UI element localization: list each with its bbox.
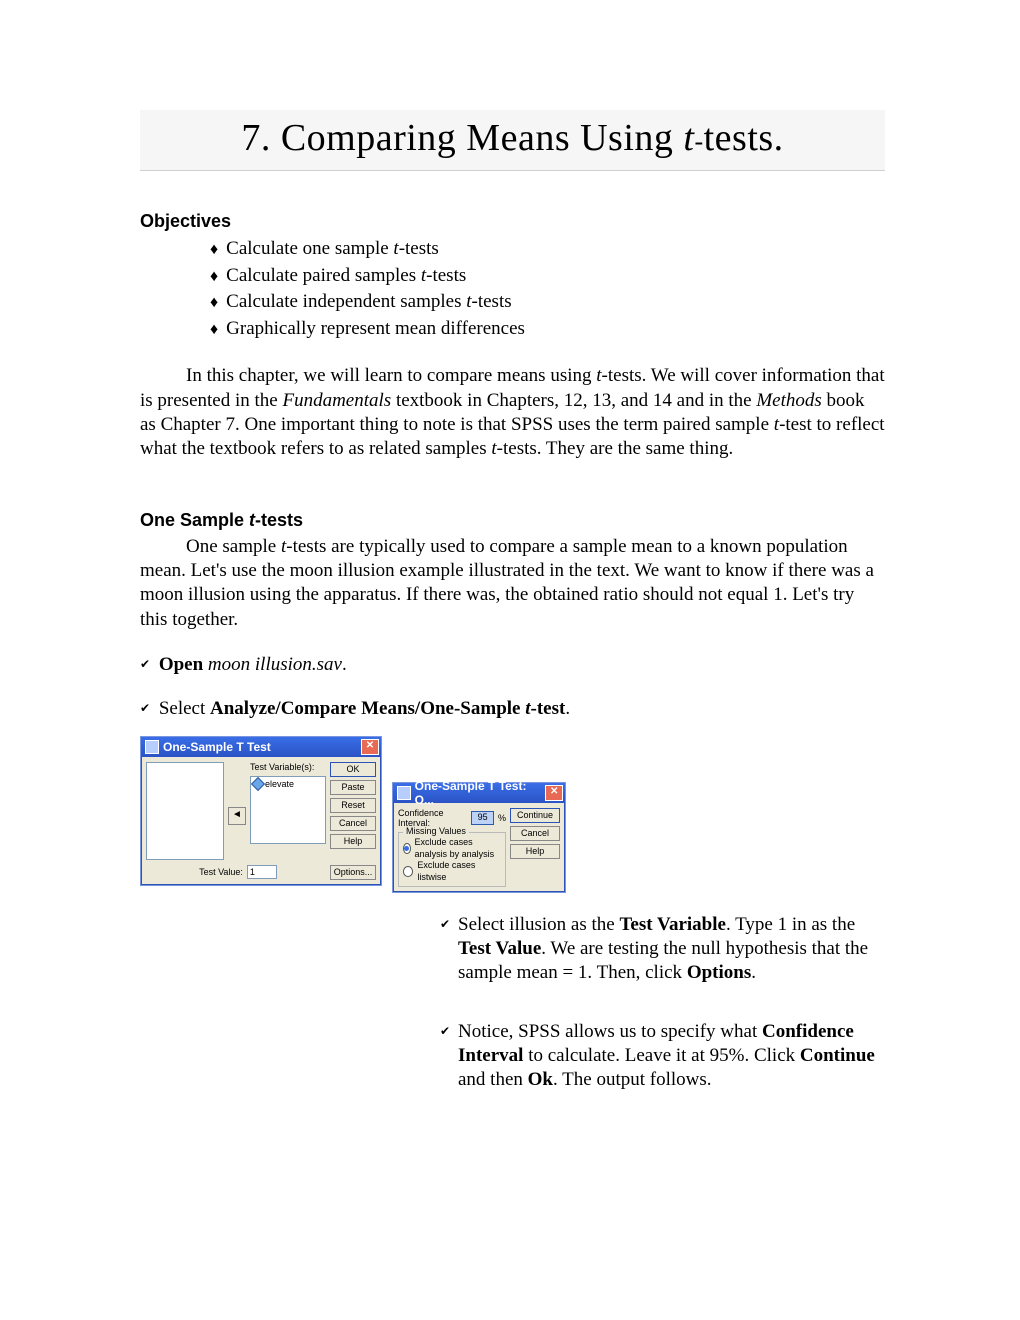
cancel-button[interactable]: Cancel bbox=[330, 816, 376, 831]
page-title: 7. Comparing Means Using t-tests. bbox=[140, 110, 885, 171]
options-button[interactable]: Options... bbox=[330, 865, 376, 880]
help-button[interactable]: Help bbox=[510, 844, 560, 859]
variable-name: elevate bbox=[265, 779, 294, 789]
reset-button[interactable]: Reset bbox=[330, 798, 376, 813]
dialog-one-sample-t-test: One-Sample T Test ✕ ◄ Test Variable(s): bbox=[140, 736, 382, 886]
titlebar[interactable]: One-Sample T Test ✕ bbox=[141, 737, 381, 757]
intro-paragraph: In this chapter, we will learn to compar… bbox=[140, 364, 885, 461]
app-icon bbox=[145, 740, 159, 754]
step-open-file: Open moon illusion.sav. bbox=[140, 654, 885, 676]
section-one-sample-heading: One Sample t-tests bbox=[140, 510, 885, 531]
continue-button[interactable]: Continue bbox=[510, 808, 560, 823]
list-item: Calculate independent samples t-tests bbox=[210, 289, 885, 316]
title-t: t bbox=[683, 117, 694, 159]
title-prefix: 7. Comparing Means Using bbox=[241, 117, 683, 159]
source-variable-list[interactable] bbox=[146, 762, 224, 860]
window-title: One-Sample T Test bbox=[163, 740, 271, 754]
app-icon bbox=[397, 786, 411, 800]
list-item: Calculate paired samples t-tests bbox=[210, 263, 885, 290]
step-select-test-variable: Select illusion as the Test Variable. Ty… bbox=[440, 913, 885, 986]
dialog-one-sample-options: One-Sample T Test: O... ✕ Confidence Int… bbox=[392, 782, 566, 893]
titlebar[interactable]: One-Sample T Test: O... ✕ bbox=[393, 783, 565, 803]
step-confidence-interval: Notice, SPSS allows us to specify what C… bbox=[440, 1020, 885, 1093]
radio-exclude-listwise[interactable]: Exclude cases listwise bbox=[403, 860, 501, 883]
test-value-label: Test Value: bbox=[199, 867, 243, 877]
help-button[interactable]: Help bbox=[330, 834, 376, 849]
title-suffix: tests. bbox=[704, 117, 784, 159]
one-sample-paragraph: One sample t-tests are typically used to… bbox=[140, 535, 885, 632]
group-legend: Missing Values bbox=[403, 826, 469, 836]
confidence-interval-input[interactable]: 95 bbox=[471, 811, 494, 825]
ok-button[interactable]: OK bbox=[330, 762, 376, 777]
test-variable-label: Test Variable(s): bbox=[250, 762, 326, 772]
step-select-menu: Select Analyze/Compare Means/One-Sample … bbox=[140, 698, 885, 720]
test-variable-list[interactable]: elevate bbox=[250, 776, 326, 844]
list-item: Calculate one sample t-tests bbox=[210, 236, 885, 263]
objectives-list: Calculate one sample t-tests Calculate p… bbox=[210, 236, 885, 342]
list-item: Graphically represent mean differences bbox=[210, 316, 885, 343]
move-variable-button[interactable]: ◄ bbox=[228, 807, 246, 825]
cancel-button[interactable]: Cancel bbox=[510, 826, 560, 841]
test-value-input[interactable] bbox=[247, 865, 277, 879]
radio-icon bbox=[403, 866, 413, 877]
confidence-interval-label: Confidence Interval: bbox=[398, 808, 467, 828]
window-title: One-Sample T Test: O... bbox=[415, 779, 546, 807]
variable-item[interactable]: elevate bbox=[253, 779, 323, 789]
radio-exclude-analysis[interactable]: Exclude cases analysis by analysis bbox=[403, 837, 501, 860]
paste-button[interactable]: Paste bbox=[330, 780, 376, 795]
radio-icon bbox=[403, 843, 411, 854]
missing-values-group: Missing Values Exclude cases analysis by… bbox=[398, 832, 506, 887]
close-icon[interactable]: ✕ bbox=[545, 785, 563, 801]
objectives-heading: Objectives bbox=[140, 211, 885, 232]
close-icon[interactable]: ✕ bbox=[361, 739, 379, 755]
percent-label: % bbox=[498, 813, 506, 823]
title-dash: - bbox=[694, 127, 703, 156]
variable-icon bbox=[251, 777, 265, 791]
